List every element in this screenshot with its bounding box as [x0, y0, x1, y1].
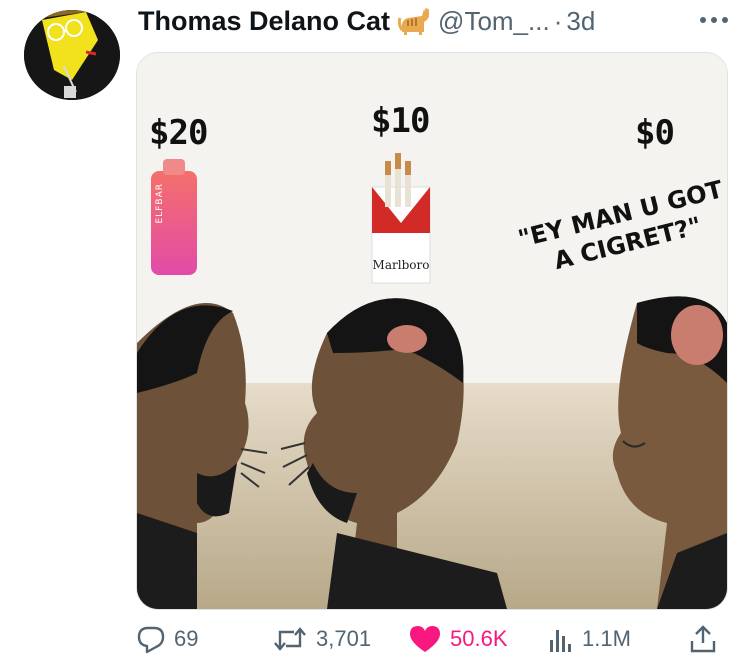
- retweet-button[interactable]: 3,701: [272, 614, 371, 664]
- cat-emoji-icon: [397, 6, 432, 36]
- share-button[interactable]: [688, 614, 718, 664]
- like-button[interactable]: 50.6K: [408, 614, 508, 664]
- heart-icon: [410, 626, 440, 652]
- price-left: $20: [149, 113, 208, 153]
- handle[interactable]: @Tom_...: [438, 6, 550, 37]
- retweet-icon: [274, 627, 306, 651]
- views-chart-icon: [550, 630, 571, 652]
- reply-button[interactable]: 69: [136, 614, 198, 664]
- view-count: 1.1M: [582, 626, 631, 651]
- views-button[interactable]: 1.1M: [548, 614, 631, 664]
- more-options-icon[interactable]: [696, 6, 732, 32]
- like-count: 50.6K: [450, 626, 508, 651]
- timestamp[interactable]: 3d: [566, 6, 595, 37]
- price-right: $0: [635, 113, 675, 153]
- reply-icon: [137, 626, 165, 654]
- tweet-actions: 69 3,701 50.6K 1.1M: [0, 614, 750, 664]
- share-icon: [690, 625, 716, 653]
- reply-count: 69: [174, 626, 199, 651]
- vape-brand-label: ELFBAR: [155, 183, 165, 224]
- cigarette-pack: Marlboro: [371, 153, 431, 284]
- separator-dot: ·: [553, 5, 563, 36]
- svg-text:Marlboro: Marlboro: [373, 258, 430, 272]
- avatar[interactable]: [24, 10, 120, 100]
- avatar-image: [24, 10, 120, 100]
- tweet-header: Thomas Delano Cat @Tom_... · 3d: [138, 4, 595, 38]
- retweet-count: 3,701: [316, 626, 372, 651]
- price-middle: $10: [371, 101, 430, 141]
- display-name[interactable]: Thomas Delano Cat: [138, 6, 390, 37]
- tweet-media[interactable]: Marlboro $20 $10 $0 "EY MAN U GOT A CIGR…: [136, 52, 728, 610]
